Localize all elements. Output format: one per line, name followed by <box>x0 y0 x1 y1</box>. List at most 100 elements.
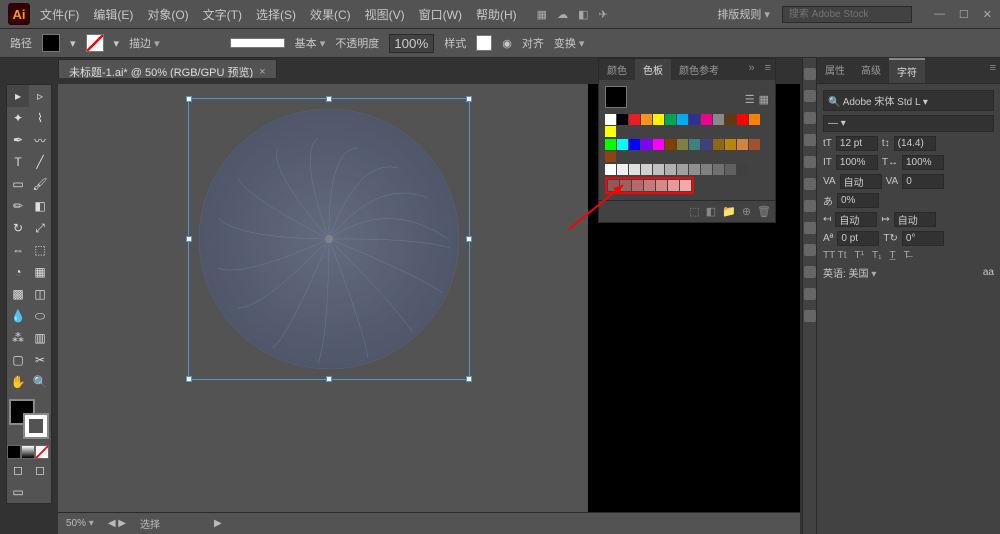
char-panel-menu-icon[interactable]: ≡ <box>986 58 1000 83</box>
swatch-cell[interactable] <box>668 180 679 191</box>
swatch-cell[interactable] <box>665 164 676 175</box>
swatch-cell[interactable] <box>701 139 712 150</box>
menu-select[interactable]: 选择(S) <box>256 6 296 23</box>
swatch-cell[interactable] <box>665 139 676 150</box>
mesh-tool[interactable]: ▩ <box>7 283 29 305</box>
swatch-cell[interactable] <box>656 180 667 191</box>
swatch-cell[interactable] <box>701 114 712 125</box>
strip-swatches-icon[interactable] <box>804 90 816 102</box>
strip-assets-icon[interactable] <box>804 288 816 300</box>
new-swatch-icon[interactable]: ⊕ <box>742 205 751 218</box>
pen-tool[interactable]: ✒ <box>7 129 29 151</box>
swatch-cell[interactable] <box>632 180 643 191</box>
aki-left-input[interactable] <box>835 212 877 227</box>
aki-right-input[interactable] <box>894 212 936 227</box>
swatches-tab[interactable]: 色板 <box>635 59 671 80</box>
transform-label[interactable]: 变换 <box>554 35 585 51</box>
stroke-color-box[interactable] <box>23 413 49 439</box>
shape-builder-tool[interactable]: ◔ <box>7 261 29 283</box>
list-view-icon[interactable]: ☰ <box>745 93 755 106</box>
swatch-cell[interactable] <box>629 139 640 150</box>
new-group-icon[interactable]: 📁 <box>722 205 736 218</box>
swatch-cell[interactable] <box>689 114 700 125</box>
color-guide-tab[interactable]: 颜色参考 <box>671 59 727 80</box>
font-family-select[interactable]: 🔍 Adobe 宋体 Std L ▾ <box>823 90 994 111</box>
brush-def[interactable]: 基本 <box>295 35 326 51</box>
swatch-cell[interactable] <box>605 151 616 162</box>
swatch-cell[interactable] <box>605 114 616 125</box>
draw-behind-icon[interactable]: ◻ <box>29 459 51 481</box>
line-tool[interactable]: ╱ <box>29 151 51 173</box>
handle-tc[interactable] <box>326 96 332 102</box>
strip-transparency-icon[interactable] <box>804 200 816 212</box>
handle-tr[interactable] <box>466 96 472 102</box>
zoom-level[interactable]: 50% <box>66 518 94 529</box>
strip-color-icon[interactable] <box>804 68 816 80</box>
font-style-select[interactable]: — ▾ <box>823 115 994 132</box>
swatch-options-icon[interactable]: ◧ <box>706 205 716 218</box>
scale-tool[interactable]: ⤢ <box>29 217 51 239</box>
swatch-cell[interactable] <box>713 139 724 150</box>
draw-normal-icon[interactable]: ◻ <box>7 459 29 481</box>
char-tab-character[interactable]: 字符 <box>889 58 925 83</box>
symbol-sprayer-tool[interactable]: ⁂ <box>7 327 29 349</box>
selection-tool[interactable]: ▸ <box>7 85 29 107</box>
strip-stroke-icon[interactable] <box>804 156 816 168</box>
hand-tool[interactable]: ✋ <box>7 371 29 393</box>
current-swatch[interactable] <box>605 86 627 108</box>
menu-file[interactable]: 文件(F) <box>40 6 79 23</box>
swatch-cell[interactable] <box>725 139 736 150</box>
fill-dropdown-icon[interactable]: ▾ <box>70 37 76 50</box>
strip-gradient-icon[interactable] <box>804 178 816 190</box>
swatch-cell[interactable] <box>737 164 748 175</box>
swatch-cell[interactable] <box>629 164 640 175</box>
handle-mr[interactable] <box>466 236 472 242</box>
swatch-cell[interactable] <box>701 164 712 175</box>
stock-icon[interactable]: ☁ <box>557 8 568 21</box>
menu-type[interactable]: 文字(T) <box>203 6 242 23</box>
baseline-input[interactable] <box>837 231 879 246</box>
char-tab-adv[interactable]: 高级 <box>853 58 889 83</box>
swatch-cell[interactable] <box>677 139 688 150</box>
rectangle-tool[interactable]: ▭ <box>7 173 29 195</box>
magic-wand-tool[interactable]: ✦ <box>7 107 29 129</box>
gradient-tool[interactable]: ◫ <box>29 283 51 305</box>
swatch-cell[interactable] <box>677 164 688 175</box>
perspective-tool[interactable]: ▦ <box>29 261 51 283</box>
strip-artboards-icon[interactable] <box>804 310 816 322</box>
arrange-icon[interactable]: ◧ <box>578 8 588 21</box>
kerning-input[interactable] <box>840 174 882 189</box>
rotate-tool[interactable]: ↻ <box>7 217 29 239</box>
recolor-icon[interactable]: ◉ <box>502 37 512 50</box>
gradient-mode-icon[interactable] <box>21 445 35 459</box>
handle-br[interactable] <box>466 376 472 382</box>
eraser-tool[interactable]: ◧ <box>29 195 51 217</box>
antialias-label[interactable]: aa <box>983 267 994 278</box>
delete-swatch-icon[interactable]: 🗑 <box>757 205 771 218</box>
tracking-input[interactable] <box>902 174 944 189</box>
menu-edit[interactable]: 编辑(E) <box>93 6 133 23</box>
panel-collapse-icon[interactable]: » <box>742 59 760 80</box>
stroke-swatch[interactable] <box>86 34 104 52</box>
shaper-tool[interactable]: ✏ <box>7 195 29 217</box>
swatch-cell[interactable] <box>737 114 748 125</box>
eyedropper-tool[interactable]: 💧 <box>7 305 29 327</box>
menu-effect[interactable]: 效果(C) <box>310 6 351 23</box>
artboard-nav[interactable]: ◀ ▶ <box>108 518 126 529</box>
bridge-icon[interactable]: ▦ <box>537 8 547 21</box>
language-select[interactable]: 英语: 美国 <box>823 265 876 280</box>
tsume-input[interactable] <box>837 193 879 208</box>
strip-brushes-icon[interactable] <box>804 112 816 124</box>
search-input[interactable] <box>782 6 912 23</box>
menu-view[interactable]: 视图(V) <box>365 6 405 23</box>
curvature-tool[interactable]: 〰 <box>29 129 51 151</box>
swatch-cell[interactable] <box>713 164 724 175</box>
swatch-cell[interactable] <box>749 114 760 125</box>
handle-bc[interactable] <box>326 376 332 382</box>
swatch-cell[interactable] <box>641 164 652 175</box>
swatch-cell[interactable] <box>605 126 616 137</box>
swatch-cell[interactable] <box>680 180 691 191</box>
color-tab[interactable]: 颜色 <box>599 59 635 80</box>
swatch-cell[interactable] <box>689 164 700 175</box>
swatch-cell[interactable] <box>629 114 640 125</box>
